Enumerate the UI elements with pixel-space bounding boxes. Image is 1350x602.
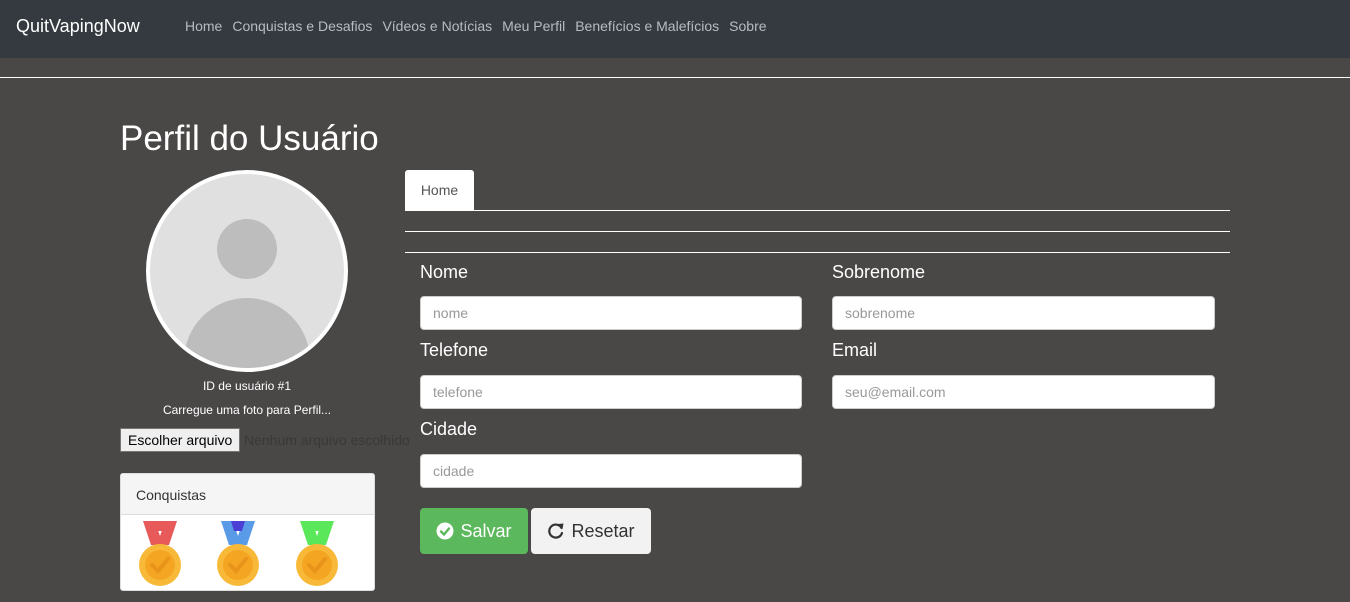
nav-links: Home Conquistas e Desafios Vídeos e Notí… [185,18,767,34]
avatar [146,170,348,372]
user-id: ID de usuário #1 [202,379,292,393]
save-button[interactable]: Salvar [420,508,528,554]
divider [405,231,1230,232]
telefone-input[interactable]: telefone [420,375,802,409]
choose-file-button[interactable]: Escolher arquivo [120,428,241,452]
refresh-icon [548,523,564,539]
nome-label: Nome [420,262,469,282]
upload-hint: Carregue uma foto para Perfil... [162,403,332,417]
brand-link[interactable]: QuitVapingNow [16,16,140,37]
nav-link-beneficios[interactable]: Benefícios e Malefícios [575,18,719,34]
email-label: Email [832,340,878,360]
page-title: Perfil do Usuário [120,119,379,158]
nav-link-videos[interactable]: Vídeos e Notícias [382,18,492,34]
avatar-body-icon [184,298,310,368]
tab-divider [405,210,1230,211]
cidade-input[interactable]: cidade [420,454,802,488]
medal-icon [296,521,338,586]
nav-link-sobre[interactable]: Sobre [729,18,766,34]
nome-input[interactable]: nome [420,296,802,330]
email-input[interactable]: seu@email.com [832,375,1215,409]
telefone-label: Telefone [420,340,489,360]
sobrenome-input[interactable]: sobrenome [832,296,1215,330]
sobrenome-label: Sobrenome [832,262,926,282]
avatar-head-icon [217,219,277,279]
tab-home[interactable]: Home [405,170,474,211]
nav-link-conquistas[interactable]: Conquistas e Desafios [232,18,372,34]
navbar: QuitVapingNow Home Conquistas e Desafios… [0,0,1350,58]
nav-link-perfil[interactable]: Meu Perfil [502,18,565,34]
reset-button[interactable]: Resetar [531,508,651,554]
divider [405,252,1230,253]
achievements-title: Conquistas [121,474,374,515]
medal-icon [139,521,181,586]
achievements-panel: Conquistas [120,473,375,591]
nav-link-home[interactable]: Home [185,18,222,34]
divider [0,77,1350,78]
save-label: Salvar [460,520,512,541]
reset-label: Resetar [571,520,635,541]
cidade-label: Cidade [420,419,478,439]
file-status: Nenhum arquivo escolhido [244,432,410,448]
check-circle-icon [436,522,454,540]
medal-icon [217,521,259,586]
